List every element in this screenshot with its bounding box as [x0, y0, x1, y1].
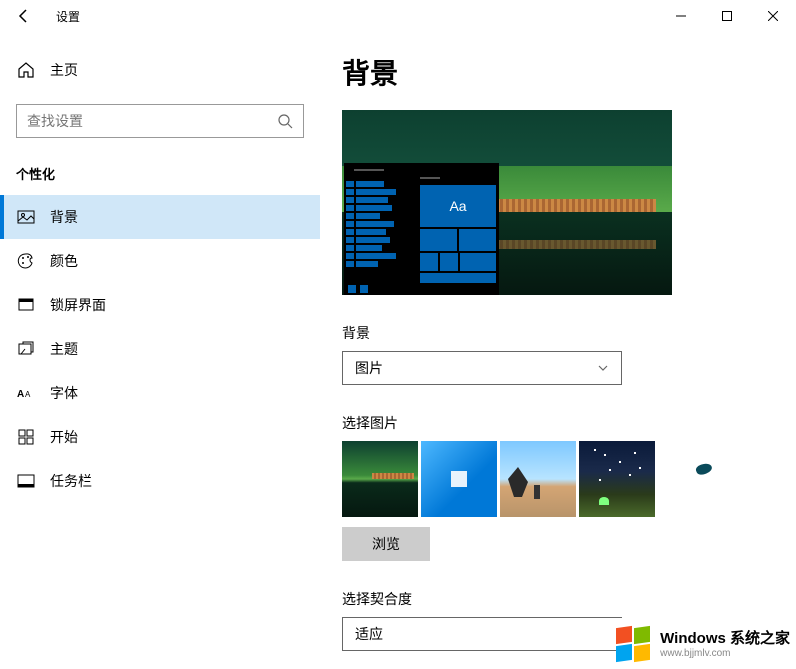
svg-text:A: A [17, 389, 24, 400]
chevron-down-icon [597, 362, 609, 374]
desktop-preview: Aa [342, 110, 672, 295]
wallpaper-thumb-2[interactable] [421, 441, 497, 517]
sidebar-item-label: 锁屏界面 [50, 295, 106, 315]
wallpaper-thumb-5[interactable] [658, 441, 734, 517]
content-area: 背景 [320, 32, 796, 669]
lockscreen-icon [16, 296, 36, 314]
watermark-title: Windows 系统之家 [660, 630, 790, 648]
palette-icon [16, 252, 36, 270]
taskbar-icon [16, 472, 36, 490]
search-input[interactable] [27, 113, 277, 129]
wallpaper-thumb-3[interactable] [500, 441, 576, 517]
home-nav[interactable]: 主页 [0, 50, 320, 90]
theme-icon [16, 340, 36, 358]
sidebar-item-themes[interactable]: 主题 [0, 327, 320, 371]
back-button[interactable] [0, 0, 48, 32]
maximize-icon [722, 11, 732, 21]
svg-text:A: A [25, 390, 31, 399]
minimize-button[interactable] [658, 0, 704, 32]
sidebar-item-label: 主题 [50, 339, 78, 359]
home-icon [16, 61, 36, 79]
wallpaper-thumb-4[interactable] [579, 441, 655, 517]
dropdown-value: 适应 [355, 624, 383, 644]
picture-icon [16, 208, 36, 226]
image-thumbnails [342, 441, 796, 517]
sidebar-item-label: 任务栏 [50, 471, 92, 491]
sidebar-item-start[interactable]: 开始 [0, 415, 320, 459]
search-box[interactable] [16, 104, 304, 138]
browse-button[interactable]: 浏览 [342, 527, 430, 561]
choose-image-label: 选择图片 [342, 413, 796, 433]
wallpaper-thumb-1[interactable] [342, 441, 418, 517]
sidebar-item-label: 字体 [50, 383, 78, 403]
watermark-url: www.bjjmlv.com [660, 648, 790, 660]
sidebar-item-taskbar[interactable]: 任务栏 [0, 459, 320, 503]
sidebar-item-colors[interactable]: 颜色 [0, 239, 320, 283]
background-type-label: 背景 [342, 323, 796, 343]
sidebar-item-fonts[interactable]: AA 字体 [0, 371, 320, 415]
start-icon [16, 428, 36, 446]
font-icon: AA [16, 386, 36, 400]
maximize-button[interactable] [704, 0, 750, 32]
fit-label: 选择契合度 [342, 589, 796, 609]
windows-logo-icon [616, 627, 652, 663]
sidebar-item-label: 颜色 [50, 251, 78, 271]
sidebar: 主页 个性化 背景 颜色 锁屏界面 主题 AA 字体 [0, 32, 320, 669]
close-button[interactable] [750, 0, 796, 32]
section-title: 个性化 [16, 164, 304, 183]
fit-dropdown[interactable]: 适应 [342, 617, 622, 651]
home-label: 主页 [50, 60, 78, 80]
sidebar-item-lockscreen[interactable]: 锁屏界面 [0, 283, 320, 327]
sample-text-tile: Aa [420, 185, 496, 227]
minimize-icon [676, 11, 686, 21]
arrow-left-icon [16, 8, 32, 24]
sidebar-item-label: 开始 [50, 427, 78, 447]
close-icon [768, 11, 778, 21]
start-menu-preview: Aa [344, 163, 499, 295]
sidebar-item-label: 背景 [50, 207, 78, 227]
background-type-dropdown[interactable]: 图片 [342, 351, 622, 385]
search-icon [277, 113, 293, 129]
dropdown-value: 图片 [355, 358, 383, 378]
window-title: 设置 [56, 8, 80, 25]
watermark: Windows 系统之家 www.bjjmlv.com [616, 627, 790, 663]
sidebar-item-background[interactable]: 背景 [0, 195, 320, 239]
page-title: 背景 [342, 52, 796, 92]
